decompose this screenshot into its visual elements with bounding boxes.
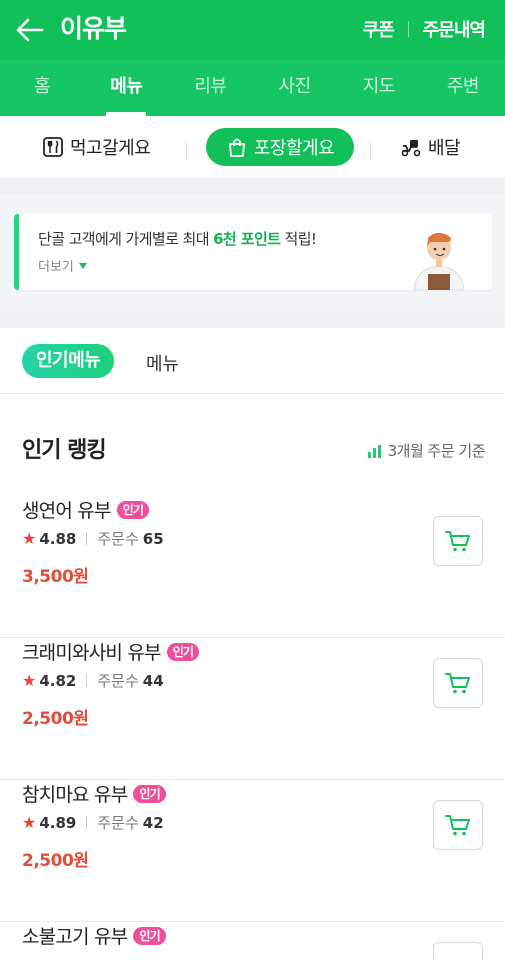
order-count-label: 주문수 (97, 814, 139, 832)
popular-badge: 인기 (116, 500, 150, 519)
item-rating: 4.88 (39, 529, 77, 548)
popular-badge: 인기 (133, 784, 166, 803)
ranking-title: 인기 랭킹 (20, 432, 110, 466)
item-price: 3,500원 (22, 567, 89, 587)
shopping-bag-icon (228, 138, 245, 157)
caret-down-icon (78, 262, 87, 269)
store-tabs: 홈 메뉴 리뷰 사진 지도 주변 (0, 60, 505, 116)
order-count: 42 (142, 813, 164, 832)
all-menu-chip[interactable]: 메뉴 (146, 350, 179, 376)
eat-in-option[interactable]: 먹고갈게요 (42, 128, 151, 166)
menu-segment-bar: 인기메뉴 메뉴 (0, 328, 505, 394)
bar-chart-icon (367, 444, 381, 458)
tab-nearby[interactable]: 주변 (421, 60, 505, 116)
item-name: 소불고기 유부 인기 (22, 922, 166, 949)
item-rating: 4.82 (39, 671, 77, 690)
meta-divider (86, 674, 88, 687)
item-meta: ★ 4.88 주문수 65 (22, 528, 164, 549)
item-name: 참치마요 유부 인기 (22, 780, 166, 807)
header-divider (407, 21, 409, 37)
item-meta: ★ 4.89 주문수 42 (22, 812, 164, 833)
popular-badge: 인기 (166, 642, 200, 661)
add-to-cart-button[interactable] (433, 658, 483, 708)
item-price: 2,500원 (22, 851, 89, 871)
item-meta: ★ 4.82 주문수 44 (22, 670, 164, 691)
tab-reviews[interactable]: 리뷰 (168, 60, 252, 116)
cart-icon (445, 531, 470, 552)
scooter-icon (401, 140, 421, 157)
takeout-option[interactable]: 포장할게요 (206, 128, 354, 166)
loyalty-promo-banner[interactable]: 단골 고객에게 가게별로 최대 6천 포인트 적립! 더보기 (14, 214, 492, 290)
menu-item[interactable]: 생연어 유부 인기 ★ 4.88 주문수 65 3,500원 (0, 496, 505, 638)
store-title: 이유부 (60, 14, 127, 43)
star-icon: ★ (22, 671, 37, 690)
cart-icon (445, 673, 470, 694)
ranking-basis: 3개월 주문 기준 (367, 440, 486, 461)
coupon-link[interactable]: 쿠폰 (363, 16, 395, 42)
order-type-divider (370, 142, 371, 158)
meta-divider (86, 532, 88, 545)
add-to-cart-button[interactable] (433, 800, 483, 850)
takeout-label: 포장할게요 (253, 138, 335, 159)
section-spacer (0, 312, 505, 328)
popular-badge: 인기 (133, 926, 166, 945)
menu-item[interactable]: 참치마요 유부 인기 ★ 4.89 주문수 42 2,500원 (0, 780, 505, 922)
header-actions: 쿠폰 주문내역 (363, 16, 486, 42)
order-type-selector: 먹고갈게요 포장할게요 배달 (0, 116, 505, 178)
promo-more-link[interactable]: 더보기 (38, 256, 87, 275)
order-count: 44 (142, 671, 164, 690)
tab-map[interactable]: 지도 (337, 60, 421, 116)
menu-item[interactable]: 소불고기 유부 인기 (0, 922, 505, 960)
item-name: 크래미와사비 유부 인기 (22, 638, 200, 665)
eat-in-label: 먹고갈게요 (70, 138, 151, 159)
shopkeeper-illustration (413, 232, 465, 290)
dining-icon (43, 137, 63, 157)
meta-divider (86, 816, 88, 829)
item-name: 생연어 유부 인기 (22, 496, 150, 523)
back-arrow-icon[interactable] (14, 14, 46, 46)
star-icon: ★ (22, 529, 37, 548)
popular-menu-chip[interactable]: 인기메뉴 (22, 344, 115, 378)
tab-menu[interactable]: 메뉴 (84, 60, 168, 116)
promo-highlight: 6천 포인트 (213, 230, 281, 248)
delivery-label: 배달 (428, 138, 461, 159)
top-app-bar: 이유부 쿠폰 주문내역 (0, 0, 505, 60)
item-rating: 4.89 (39, 813, 77, 832)
order-count: 65 (142, 529, 164, 548)
order-history-link[interactable]: 주문내역 (423, 16, 486, 42)
cart-icon (445, 815, 470, 836)
add-to-cart-button[interactable] (433, 942, 483, 960)
menu-item[interactable]: 크래미와사비 유부 인기 ★ 4.82 주문수 44 2,500원 (0, 638, 505, 780)
order-type-divider (186, 142, 187, 158)
order-count-label: 주문수 (97, 672, 139, 690)
order-count-label: 주문수 (97, 530, 139, 548)
promo-text: 단골 고객에게 가게별로 최대 6천 포인트 적립! (38, 230, 317, 248)
star-icon: ★ (22, 813, 37, 832)
section-spacer (0, 178, 505, 194)
add-to-cart-button[interactable] (433, 516, 483, 566)
tab-home[interactable]: 홈 (0, 60, 84, 116)
tab-photos[interactable]: 사진 (253, 60, 337, 116)
promo-accent-bar (14, 214, 19, 290)
delivery-option[interactable]: 배달 (400, 128, 461, 166)
item-price: 2,500원 (22, 709, 89, 729)
